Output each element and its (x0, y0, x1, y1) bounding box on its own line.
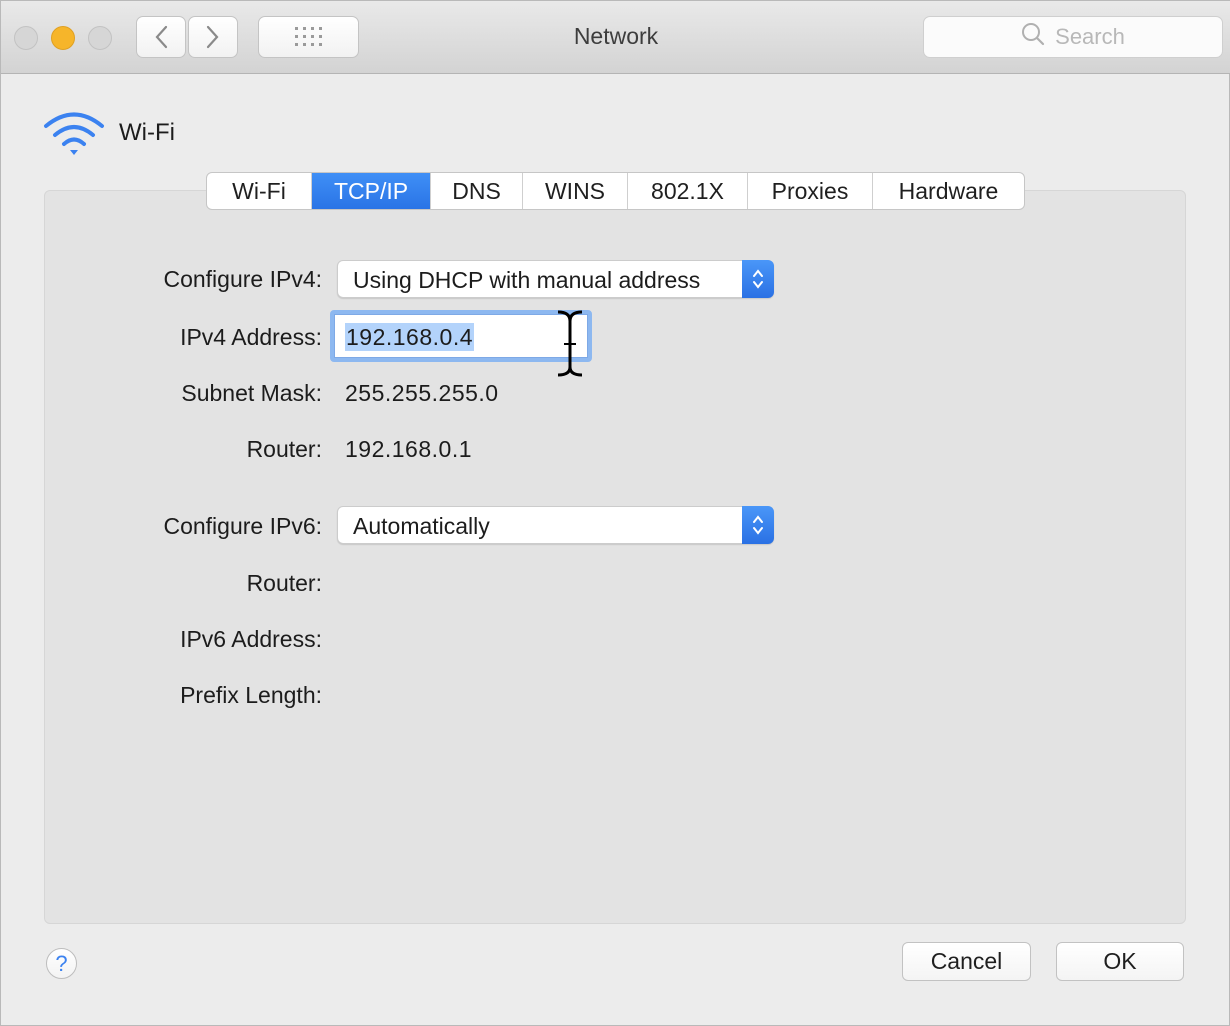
ipv6-address-label: IPv6 Address: (180, 626, 322, 652)
tab-bar: Wi-Fi TCP/IP DNS WINS 802.1X Proxies Har… (206, 172, 1025, 210)
updown-chevron-icon (742, 260, 774, 298)
grid-icon (294, 27, 323, 47)
prefix-length-label: Prefix Length: (180, 682, 322, 708)
chevron-left-icon (154, 25, 168, 49)
help-button[interactable]: ? (46, 948, 77, 979)
configure-ipv4-popup[interactable]: Using DHCP with manual address (337, 260, 774, 298)
zoom-window-button[interactable] (88, 26, 112, 50)
title-bar: Network Search (1, 1, 1230, 74)
close-window-button[interactable] (14, 26, 38, 50)
ipv6-router-label: Router: (246, 570, 322, 596)
settings-panel (44, 190, 1186, 924)
tab-tcpip[interactable]: TCP/IP (312, 173, 431, 209)
subnet-mask-label: Subnet Mask: (181, 380, 322, 406)
subnet-mask-value: 255.255.255.0 (345, 380, 499, 406)
cancel-button[interactable]: Cancel (902, 942, 1031, 981)
ipv4-router-value: 192.168.0.1 (345, 436, 473, 462)
configure-ipv4-label: Configure IPv4: (163, 266, 322, 292)
updown-chevron-icon (742, 506, 774, 544)
configure-ipv6-value: Automatically (353, 513, 490, 539)
configure-ipv4-value: Using DHCP with manual address (353, 267, 701, 293)
network-preferences-window: Network Search Wi-Fi Wi-Fi TCP/IP DNS WI… (0, 0, 1230, 1026)
chevron-right-icon (206, 25, 220, 49)
configure-ipv6-label: Configure IPv6: (163, 513, 322, 539)
search-placeholder: Search (1055, 24, 1125, 49)
configure-ipv6-popup[interactable]: Automatically (337, 506, 774, 544)
tab-8021x[interactable]: 802.1X (628, 173, 748, 209)
minimize-window-button[interactable] (51, 26, 75, 50)
tab-hardware[interactable]: Hardware (873, 173, 1024, 209)
ipv4-address-label: IPv4 Address: (180, 324, 322, 350)
ipv4-address-field[interactable]: 192.168.0.4 (330, 310, 592, 362)
tab-proxies[interactable]: Proxies (748, 173, 873, 209)
tab-wifi[interactable]: Wi-Fi (207, 173, 312, 209)
search-field[interactable]: Search (923, 16, 1223, 58)
text-cursor-icon (554, 309, 586, 382)
ipv4-address-value: 192.168.0.4 (345, 323, 475, 351)
ok-button[interactable]: OK (1056, 942, 1184, 981)
tab-wins[interactable]: WINS (523, 173, 628, 209)
interface-name: Wi-Fi (119, 119, 175, 146)
window-title: Network (573, 23, 659, 49)
tab-dns[interactable]: DNS (431, 173, 523, 209)
wifi-icon (43, 109, 105, 162)
back-button[interactable] (136, 16, 186, 58)
ipv4-router-label: Router: (246, 436, 322, 462)
show-all-button[interactable] (258, 16, 359, 58)
search-icon (1021, 22, 1045, 52)
forward-button[interactable] (188, 16, 238, 58)
